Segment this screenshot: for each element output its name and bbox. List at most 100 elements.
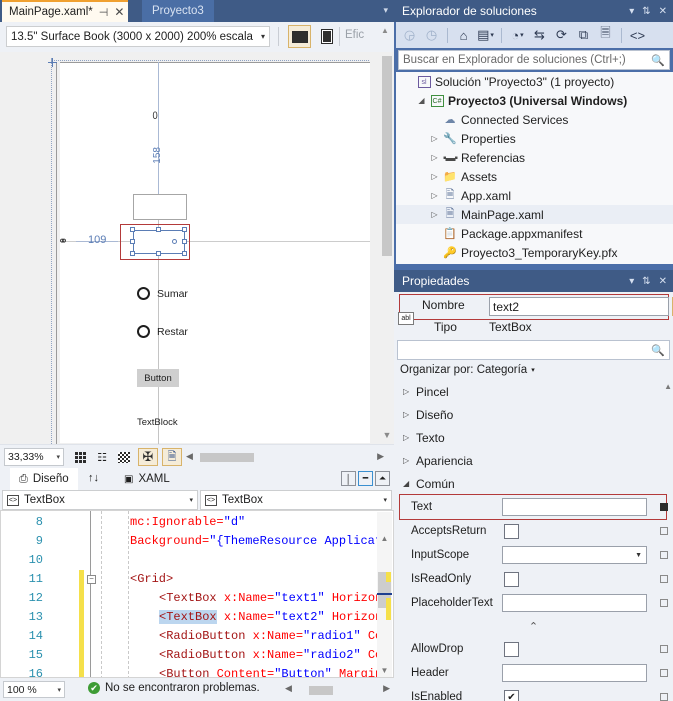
scrollbar-thumb[interactable]: [382, 56, 392, 256]
property-value-checkbox[interactable]: [504, 641, 519, 657]
design-textbox-text1[interactable]: [133, 194, 187, 220]
editor-vertical-scrollbar[interactable]: ▲ ▼: [377, 512, 392, 677]
properties-scroll-up[interactable]: ▲: [664, 382, 672, 391]
resize-handle-sw[interactable]: [130, 251, 135, 256]
artboard-button[interactable]: 🗎: [162, 448, 182, 466]
twisty-icon[interactable]: ▷: [403, 433, 416, 442]
twisty-icon[interactable]: ▷: [403, 387, 416, 396]
snap-to-grid-button[interactable]: ☷: [92, 448, 112, 466]
property-binding-marker[interactable]: [660, 693, 668, 701]
error-status[interactable]: ✔ No se encontraron problemas.: [88, 682, 260, 694]
property-value-input[interactable]: [502, 498, 647, 516]
portrait-orientation-button[interactable]: [315, 25, 338, 48]
property-row[interactable]: AllowDrop: [394, 637, 673, 661]
triangle-left-icon[interactable]: ◀: [186, 451, 193, 462]
home-icon[interactable]: ⌂: [455, 25, 472, 45]
sync-icon[interactable]: ⇆: [531, 25, 548, 45]
tree-item[interactable]: 📋 Package.appxmanifest: [396, 224, 673, 243]
property-binding-marker[interactable]: [660, 551, 668, 559]
design-radiobutton-restar[interactable]: Restar: [137, 325, 188, 338]
xaml-design-surface[interactable]: 0 158 ⚭ 109 Sumar Restar Button TextBloc…: [0, 52, 394, 444]
show-all-files-icon[interactable]: 🗏: [597, 25, 614, 45]
close-icon[interactable]: ✕: [659, 276, 667, 287]
code-line[interactable]: 11 − <Grid>: [1, 570, 393, 589]
triangle-right-icon[interactable]: ▶: [383, 683, 390, 694]
device-selector[interactable]: 13.5" Surface Book (3000 x 2000) 200% es…: [6, 26, 270, 47]
tab-mainpage-xaml[interactable]: MainPage.xaml* ⊣ ✕: [2, 0, 129, 22]
property-category[interactable]: ▷ Diseño: [394, 403, 673, 426]
property-value-input[interactable]: [502, 594, 647, 612]
twisty-icon[interactable]: ▷: [428, 191, 441, 200]
design-zoom-selector[interactable]: 33,33% ▾: [4, 448, 64, 466]
properties-search-input[interactable]: 🔍: [397, 340, 670, 360]
collapse-region-icon[interactable]: −: [87, 575, 96, 584]
pin-icon[interactable]: ⇅: [642, 276, 650, 287]
design-vertical-scrollbar[interactable]: ▼: [380, 52, 394, 444]
tree-item[interactable]: ▷ 📁 Assets: [396, 167, 673, 186]
member-selector[interactable]: <> TextBox ▾: [200, 490, 392, 510]
editor-horizontal-scrollbar[interactable]: ◀ ▶: [285, 683, 390, 697]
pin-icon[interactable]: ⊣: [99, 6, 109, 19]
code-line[interactable]: 12 <TextBox x:Name="text1" Horizon: [1, 589, 393, 608]
swap-panes-icon[interactable]: ↑↓: [88, 472, 99, 484]
expand-more-properties-icon[interactable]: ⌃: [394, 615, 673, 637]
tree-item[interactable]: ▷ ▪▬▪ Referencias: [396, 148, 673, 167]
code-line[interactable]: 9 Background="{ThemeResource Applicat: [1, 532, 393, 551]
collapse-all-icon[interactable]: ⧉: [575, 25, 592, 45]
pending-changes-icon[interactable]: ◔ ▾: [509, 25, 526, 45]
close-icon[interactable]: ✕: [659, 6, 667, 17]
code-line[interactable]: 16 <Button Content="Button" Margin: [1, 665, 393, 677]
panel-menu-icon[interactable]: ▾: [629, 6, 634, 17]
twisty-icon[interactable]: ▷: [428, 134, 441, 143]
triangle-left-icon[interactable]: ◀: [285, 683, 292, 694]
property-row[interactable]: AcceptsReturn: [394, 519, 673, 543]
scrollbar-thumb[interactable]: [309, 686, 333, 695]
tab-design[interactable]: ⎙ Diseño: [10, 468, 78, 490]
property-row[interactable]: PlaceholderText: [394, 591, 673, 615]
twisty-icon[interactable]: ▷: [403, 456, 416, 465]
property-value-checkbox[interactable]: ✔: [504, 689, 519, 701]
property-row[interactable]: Header: [394, 661, 673, 685]
type-selector[interactable]: <> TextBox ▾: [2, 490, 198, 510]
property-value-input[interactable]: [502, 664, 647, 682]
twisty-icon[interactable]: ▷: [428, 172, 441, 181]
code-line[interactable]: 10: [1, 551, 393, 570]
tab-proyecto3[interactable]: Proyecto3: [142, 0, 214, 22]
property-binding-marker[interactable]: [660, 669, 668, 677]
view-code-icon[interactable]: <>: [629, 25, 646, 45]
solution-tree[interactable]: sl Solución "Proyecto3" (1 proyecto) ◢ C# Pr…: [396, 72, 673, 264]
property-category[interactable]: ▷ Pincel: [394, 380, 673, 403]
property-value-checkbox[interactable]: [504, 571, 519, 587]
property-value-combo[interactable]: ▼: [502, 546, 647, 564]
search-icon[interactable]: 🔍: [651, 344, 665, 357]
property-binding-marker[interactable]: [660, 527, 668, 535]
code-line[interactable]: 13 <TextBox x:Name="text2" Horizon: [1, 608, 393, 627]
property-row[interactable]: InputScope ▼: [394, 543, 673, 567]
design-canvas[interactable]: [60, 62, 370, 443]
transparency-grid-button[interactable]: [114, 448, 134, 466]
code-line[interactable]: 8 mc:Ignorable="d": [1, 513, 393, 532]
scrollbar-thumb[interactable]: [200, 453, 254, 462]
property-value-checkbox[interactable]: [504, 523, 519, 539]
triangle-down-icon[interactable]: ▼: [377, 666, 392, 675]
toolbar-scroll-up[interactable]: ▲: [378, 24, 392, 52]
twisty-icon[interactable]: ◢: [403, 479, 416, 488]
snap-to-snaplines-button[interactable]: ✠: [138, 448, 158, 466]
twisty-icon[interactable]: ▷: [403, 410, 416, 419]
code-lines[interactable]: 8 mc:Ignorable="d" 9 Background="{ThemeReso…: [1, 513, 393, 677]
editor-zoom-selector[interactable]: 100 % ▾: [3, 681, 65, 698]
property-binding-marker[interactable]: [660, 503, 668, 511]
resize-handle-se[interactable]: [182, 251, 187, 256]
xaml-code-editor[interactable]: 8 mc:Ignorable="d" 9 Background="{ThemeReso…: [0, 510, 394, 678]
property-category[interactable]: ◢ Común: [394, 472, 673, 495]
design-textblock[interactable]: TextBlock: [137, 417, 178, 428]
resize-handle-nw[interactable]: [130, 227, 135, 232]
twisty-icon[interactable]: ◢: [415, 96, 428, 105]
properties-list[interactable]: ▷ Pincel ▷ Diseño ▷ Texto ▷ Apariencia ◢ Común Tex…: [394, 380, 673, 701]
resize-handle-n[interactable]: [156, 227, 161, 232]
design-horizontal-scrollbar[interactable]: ◀ ▶: [186, 449, 386, 465]
property-row[interactable]: IsReadOnly: [394, 567, 673, 591]
code-line[interactable]: 14 <RadioButton x:Name="radio1" Co: [1, 627, 393, 646]
tree-item[interactable]: ▷ 🔧 Properties: [396, 129, 673, 148]
property-binding-marker[interactable]: [660, 599, 668, 607]
